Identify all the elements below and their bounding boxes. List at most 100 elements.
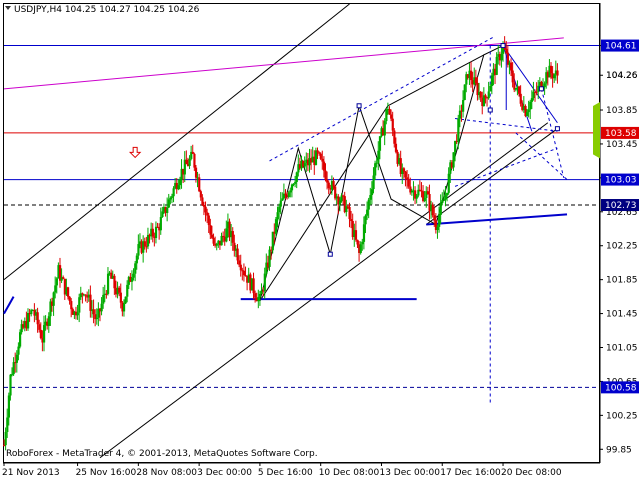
candle-body (479, 91, 482, 98)
candle-body (161, 211, 164, 218)
candle-body (385, 109, 388, 122)
candle-body (146, 234, 150, 247)
candle-body (118, 287, 121, 293)
candle-body (489, 85, 492, 92)
candle-body (52, 292, 55, 306)
candle-body (7, 395, 10, 418)
time-tick-label: 21 Nov 2013 (2, 468, 60, 478)
candle-body (4, 431, 7, 446)
candle-body (314, 150, 318, 165)
candle-body (38, 324, 41, 330)
candle-body (66, 287, 70, 297)
candle-body (390, 114, 393, 119)
candle-body (135, 255, 138, 264)
candle-body (556, 70, 559, 76)
candle-body (350, 219, 353, 222)
candle-body (278, 206, 281, 213)
candle-body (535, 91, 538, 93)
candle-body (170, 196, 174, 198)
candle-body (252, 278, 255, 294)
candle-body (348, 206, 351, 220)
price-badge-label: 100.58 (605, 383, 637, 393)
candle-body (159, 217, 162, 231)
candle-body (511, 70, 514, 83)
candle-body (126, 284, 129, 297)
candle-body (514, 88, 518, 90)
candle-body (446, 192, 449, 196)
candle-body (366, 209, 369, 216)
candle-body (55, 278, 58, 286)
candle-body (495, 56, 498, 75)
candle-body (70, 301, 73, 310)
price-tick-label: 99.85 (606, 445, 632, 455)
candle-body (402, 168, 406, 172)
anchor-point-marker (538, 86, 544, 92)
candle-body (490, 75, 494, 86)
candle-body (231, 231, 234, 243)
candle-body (500, 53, 503, 61)
candle-body (356, 239, 359, 245)
candle-body (415, 195, 418, 199)
candle-body (18, 332, 22, 347)
candle-body (202, 204, 206, 207)
candle-body (294, 181, 297, 184)
candle-body (263, 273, 266, 291)
candle-body (166, 207, 169, 213)
candle-body (364, 215, 367, 225)
candle-body (431, 204, 434, 216)
candle-body (391, 118, 394, 131)
chart-background (0, 0, 640, 480)
candle-body (167, 199, 170, 208)
candle-body (122, 303, 126, 312)
candle-body (287, 192, 290, 198)
candle-body (36, 312, 39, 325)
price-badge-label: 102.73 (605, 201, 637, 211)
candle-body (295, 172, 298, 182)
candle-body (553, 74, 556, 79)
candle-body (84, 294, 87, 296)
price-badge-label: 103.58 (605, 129, 637, 139)
candle-body (220, 235, 223, 246)
candle-body (236, 248, 239, 261)
candle-body (89, 294, 92, 311)
price-tick-label: 103.45 (606, 140, 638, 150)
candle-body (130, 277, 134, 282)
candle-body (204, 206, 207, 213)
candle-body (393, 130, 396, 144)
candle-body (106, 273, 110, 294)
candle-body (510, 62, 513, 71)
time-tick-label: 3 Dec 00:00 (197, 468, 252, 478)
candle-body (201, 197, 204, 205)
candle-body (209, 225, 212, 235)
candle-body (442, 199, 446, 201)
candle-body (303, 163, 306, 167)
candle-body (119, 292, 122, 303)
candle-body (3, 445, 6, 447)
price-badge-label: 104.26 (606, 71, 638, 81)
copyright-text: RoboForex - MetaTrader 4, © 2001-2013, M… (6, 449, 318, 459)
candlestick-chart[interactable]: 104.61104.26103.85103.45103.05102.65102.… (0, 0, 640, 480)
candle-body (290, 184, 294, 191)
candle-body (6, 417, 9, 432)
candle-body (271, 231, 274, 251)
chart-window: 104.61104.26103.85103.45103.05102.65102.… (0, 0, 640, 480)
price-tick-label: 101.85 (606, 276, 638, 286)
time-tick-label: 20 Dec 08:00 (501, 468, 562, 478)
candle-body (354, 230, 358, 240)
candle-body (225, 228, 228, 242)
candle-body (54, 285, 57, 293)
candle-body (42, 325, 46, 343)
candle-body (426, 191, 430, 194)
candle-body (68, 296, 71, 302)
time-tick-label: 25 Nov 16:00 (76, 468, 137, 478)
candle-body (452, 152, 455, 168)
candle-body (370, 189, 374, 196)
candle-body (276, 212, 279, 220)
candle-body (177, 185, 180, 190)
candle-body (543, 83, 546, 88)
time-tick-label: 10 Dec 08:00 (319, 468, 380, 478)
candle-body (374, 163, 377, 176)
candle-body (321, 158, 324, 162)
anchor-point-marker (356, 103, 362, 109)
candle-body (447, 173, 450, 193)
